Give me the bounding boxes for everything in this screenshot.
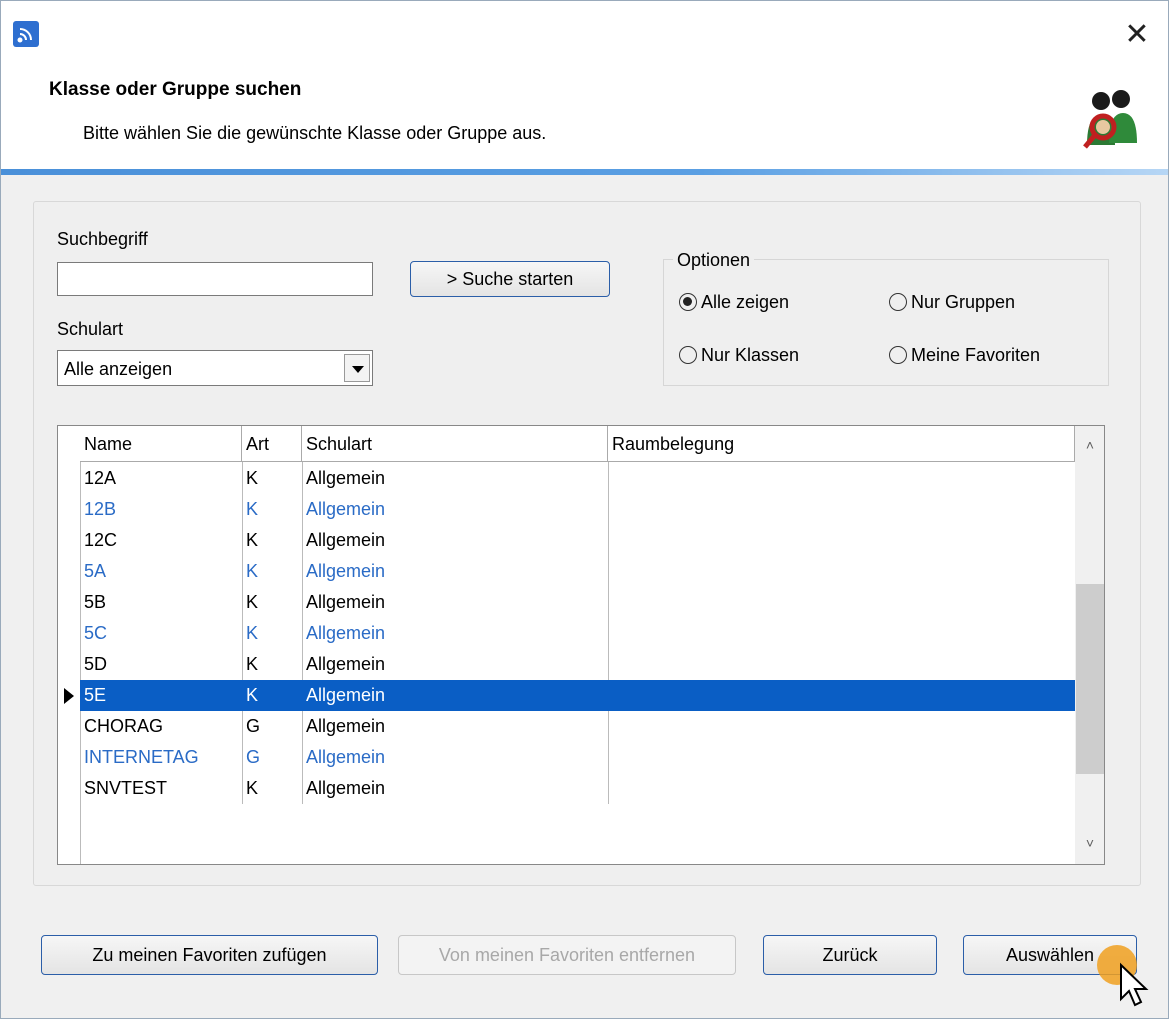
table-row[interactable]: SNVTEST K Allgemein [80, 773, 1075, 804]
cell-schulart: Allgemein [306, 623, 386, 643]
cell-schulart: Allgemein [306, 592, 386, 612]
cell-name: 5C [84, 623, 108, 643]
cell-schulart: Allgemein [306, 530, 386, 550]
radio-label: Nur Gruppen [911, 291, 1016, 312]
cell-schulart: Allgemein [306, 468, 386, 488]
cell-schulart: Allgemein [306, 499, 386, 519]
table-row[interactable]: 5A K Allgemein [80, 556, 1075, 587]
radio-nur-klassen[interactable]: Nur Klassen [679, 344, 799, 366]
radio-nur-gruppen[interactable]: Nur Gruppen [889, 291, 1015, 313]
people-search-icon [1083, 90, 1137, 149]
cell-schulart: Allgemein [306, 561, 386, 581]
cell-art: K [246, 778, 259, 798]
radio-unchecked-icon [889, 293, 907, 312]
cell-name: SNVTEST [84, 778, 168, 798]
cell-name: CHORAG [84, 716, 164, 736]
cell-schulart: Allgemein [306, 685, 386, 705]
table-row[interactable]: 12A K Allgemein [80, 463, 1075, 494]
cell-name: 12C [84, 530, 118, 550]
cell-name: 5E [84, 685, 107, 705]
cell-name: 5D [84, 654, 108, 674]
radio-checked-icon [679, 293, 697, 312]
remove-favorite-button[interactable]: Von meinen Favoriten entfernen [398, 935, 736, 975]
search-label: Suchbegriff [57, 229, 148, 249]
table-row[interactable]: 5B K Allgemein [80, 587, 1075, 618]
scroll-down-icon[interactable]: ˅ [1075, 828, 1104, 858]
start-search-button[interactable]: > Suche starten [410, 261, 610, 297]
table-row[interactable]: CHORAG G Allgemein [80, 711, 1075, 742]
radio-label: Alle zeigen [701, 291, 790, 312]
cell-art: K [246, 499, 259, 519]
vertical-scrollbar[interactable]: ˄ ˅ [1075, 426, 1104, 864]
radio-alle-zeigen[interactable]: Alle zeigen [679, 291, 789, 313]
cell-art: K [246, 561, 259, 581]
cell-art: G [246, 747, 261, 767]
schulart-label: Schulart [57, 319, 124, 339]
table-row[interactable]: 5D K Allgemein [80, 649, 1075, 680]
cell-name: 5B [84, 592, 107, 612]
column-header-schulart[interactable]: Schulart [302, 426, 608, 462]
column-header-raumbelegung[interactable]: Raumbelegung [608, 426, 1075, 462]
radio-label: Nur Klassen [701, 344, 800, 365]
results-table: Name Art Schulart Raumbelegung 12A K Allge… [57, 425, 1105, 865]
cell-name: 5A [84, 561, 107, 581]
cell-art: K [246, 685, 259, 705]
dialog-header: ✕ Klasse oder Gruppe suchen Bitte wählen… [1, 1, 1168, 171]
radio-unchecked-icon [889, 346, 907, 365]
cell-name: 12A [84, 468, 117, 488]
table-row[interactable]: 5C K Allgemein [80, 618, 1075, 649]
add-favorite-button[interactable]: Zu meinen Favoriten zufügen [41, 935, 378, 975]
radio-unchecked-icon [679, 346, 697, 365]
dialog-window: ✕ Klasse oder Gruppe suchen Bitte wählen… [0, 0, 1169, 1019]
chevron-down-icon[interactable] [344, 354, 370, 382]
mouse-cursor-icon [1097, 945, 1149, 1007]
schulart-select[interactable]: Alle anzeigen [57, 350, 373, 386]
table-row[interactable]: 5E K Allgemein [80, 680, 1075, 711]
scrollbar-thumb[interactable] [1076, 584, 1104, 774]
close-icon[interactable]: ✕ [1119, 19, 1155, 51]
header-accent-bar [1, 169, 1168, 175]
options-group [663, 259, 1109, 386]
radio-meine-favoriten[interactable]: Meine Favoriten [889, 344, 1040, 366]
cell-art: K [246, 592, 259, 612]
dialog-subtitle: Bitte wählen Sie die gewünschte Klasse o… [83, 123, 547, 143]
cell-schulart: Allgemein [306, 716, 386, 736]
table-row[interactable]: 12C K Allgemein [80, 525, 1075, 556]
cell-name: 12B [84, 499, 117, 519]
column-header-name[interactable]: Name [80, 426, 242, 462]
scroll-up-icon[interactable]: ˄ [1075, 430, 1104, 460]
cell-name: INTERNETAG [84, 747, 199, 767]
table-row[interactable]: INTERNETAG G Allgemein [80, 742, 1075, 773]
cell-schulart: Allgemein [306, 747, 386, 767]
app-signal-icon [13, 21, 39, 47]
dialog-title: Klasse oder Gruppe suchen [49, 79, 302, 100]
current-row-indicator-icon [64, 688, 74, 704]
cell-schulart: Allgemein [306, 654, 386, 674]
cell-art: K [246, 530, 259, 550]
search-input[interactable] [57, 262, 373, 296]
radio-label: Meine Favoriten [911, 344, 1041, 365]
cell-art: K [246, 468, 259, 488]
options-legend: Optionen [673, 250, 755, 271]
column-header-art[interactable]: Art [242, 426, 302, 462]
table-row[interactable]: 12B K Allgemein [80, 494, 1075, 525]
cell-art: K [246, 623, 259, 643]
cell-schulart: Allgemein [306, 778, 386, 798]
row-header-column [58, 426, 81, 864]
schulart-selected-value: Alle anzeigen [64, 359, 173, 379]
cell-art: K [246, 654, 259, 674]
cell-art: G [246, 716, 261, 736]
back-button[interactable]: Zurück [763, 935, 937, 975]
